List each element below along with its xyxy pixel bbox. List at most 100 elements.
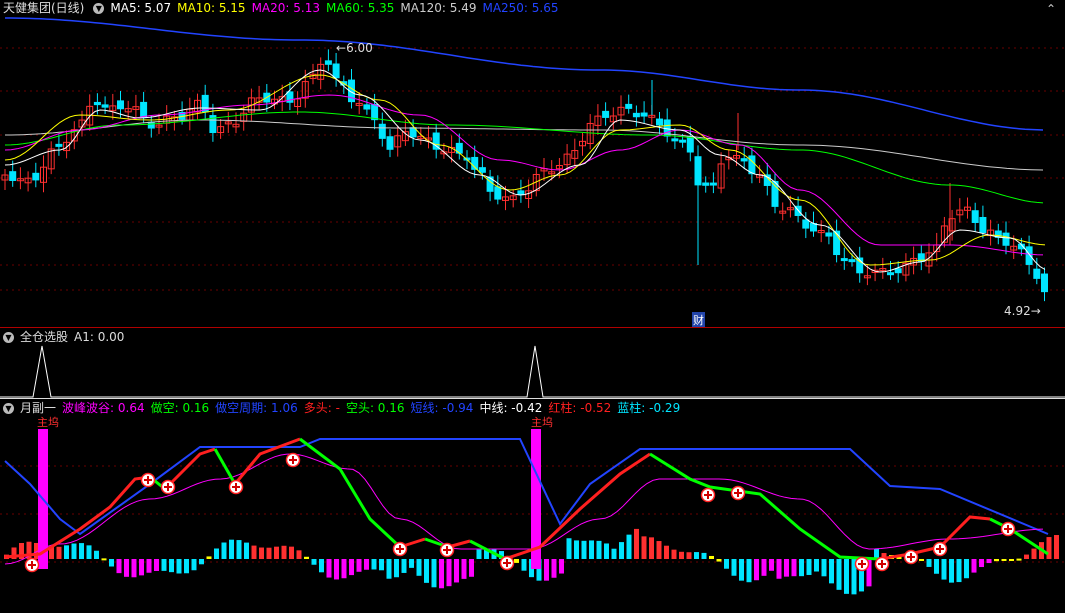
buy-signal-icon[interactable] (499, 555, 515, 571)
buy-signal-icon[interactable] (24, 557, 40, 573)
histogram-bar (101, 558, 107, 561)
histogram-bar (281, 545, 287, 559)
histogram-bar (206, 556, 212, 559)
candle-body (671, 138, 679, 142)
histogram-bar (844, 559, 849, 594)
ma-indicator-label: MA10: 5.15 (177, 1, 246, 15)
candle-body (324, 60, 332, 65)
histogram-bar (979, 559, 984, 568)
low-price-label: 4.92→ (1004, 304, 1041, 318)
candle-body (101, 104, 109, 108)
settings-toggle-icon[interactable]: ▼ (93, 3, 105, 14)
buy-signal-icon[interactable] (160, 479, 176, 495)
histogram-bar (199, 559, 204, 565)
histogram-bar (589, 540, 594, 559)
histogram-bar (296, 550, 302, 559)
histogram-bar (626, 534, 632, 559)
trend-line-segment (299, 437, 402, 549)
candle-body (825, 232, 833, 237)
histogram-bar (461, 559, 467, 579)
histogram-bar (941, 559, 947, 580)
histogram-bar (521, 559, 527, 571)
candlestick-chart[interactable] (0, 0, 1065, 327)
indicator-panel-2[interactable]: ▼ 月副一 波峰波谷: 0.64 做空: 0.16 做空周期: 1.06 多头: - 空头:… (0, 399, 1065, 613)
ma-indicator-label: MA250: 5.65 (482, 1, 559, 15)
indicator-panel-1[interactable]: ▼ 全仓选股 A1: 0.00 (0, 328, 1065, 398)
buy-signal-icon[interactable] (700, 487, 716, 503)
histogram-bar (971, 559, 977, 573)
candle-body (702, 182, 710, 186)
histogram-bar (806, 559, 812, 575)
histogram-bar (386, 559, 392, 579)
candle-body (363, 104, 371, 110)
indicator-1-toggle-icon[interactable]: ▼ (3, 332, 14, 343)
histogram-bar (581, 540, 587, 559)
indicator-1-title: 全仓选股 (20, 330, 69, 344)
histogram-bar (416, 559, 422, 576)
candle-body (709, 182, 717, 186)
histogram-bar (679, 551, 684, 559)
histogram-bar (251, 545, 257, 559)
price-panel[interactable]: 天健集团(日线) ▼ MA5: 5.07 MA10: 5.15 MA20: 5.13 MA… (0, 0, 1065, 328)
histogram-bar (1031, 548, 1037, 559)
candle-body (802, 219, 810, 229)
indicator-2-toggle-icon[interactable]: ▼ (3, 403, 14, 414)
buy-signal-icon[interactable] (730, 485, 746, 501)
candle-body (679, 139, 687, 143)
buy-signal-icon[interactable] (439, 542, 455, 558)
peak-trough-line (4, 453, 1044, 565)
buy-signal-icon[interactable] (285, 452, 301, 468)
candle-body (625, 103, 633, 109)
buy-signal-icon[interactable] (854, 556, 870, 572)
histogram-bar (94, 550, 99, 559)
histogram-bar (116, 559, 122, 574)
histogram-bar (596, 540, 602, 559)
finance-event-marker[interactable]: 财 (692, 312, 705, 328)
buy-signal-icon[interactable] (903, 549, 919, 565)
oscillator-indicator-label: 多头: - (303, 401, 340, 415)
candle-body (1033, 268, 1041, 279)
histogram-bar (1046, 537, 1052, 559)
buy-signal-icon[interactable] (140, 472, 156, 488)
candle-body (887, 272, 894, 276)
oscillator-indicator-label: 中线: -0.42 (479, 401, 543, 415)
buy-signal-icon[interactable] (932, 541, 948, 557)
candle-body (748, 155, 756, 175)
histogram-bar (731, 559, 737, 576)
histogram-bar (544, 559, 549, 581)
histogram-bar (244, 542, 249, 559)
candle-body (55, 143, 63, 147)
buy-signal-icon[interactable] (1000, 521, 1016, 537)
histogram-bar (1009, 559, 1014, 561)
trend-line-segment (649, 452, 881, 561)
trend-line-segment (989, 517, 1049, 556)
histogram-bar (476, 549, 482, 559)
histogram-bar (334, 559, 339, 580)
indicator-2-title: 月副一 (20, 401, 57, 415)
histogram-bar (559, 559, 564, 574)
histogram-bar (514, 559, 519, 563)
buy-signal-icon[interactable] (874, 556, 890, 572)
histogram-bar (184, 559, 189, 574)
ma-indicator-list: MA5: 5.07 MA10: 5.15 MA20: 5.13 MA60: 5.35 M… (110, 1, 564, 15)
histogram-bar (694, 552, 699, 559)
histogram-bar (304, 556, 309, 559)
histogram-bar (1001, 559, 1007, 561)
oscillator-indicator-label: 做空: 0.16 (150, 401, 210, 415)
histogram-bar (949, 559, 954, 583)
histogram-bar (934, 559, 939, 574)
signal-chart[interactable] (0, 328, 1065, 398)
maximize-icon[interactable]: ⌃ (1046, 2, 1056, 16)
oscillator-chart[interactable] (0, 399, 1065, 613)
histogram-bar (319, 559, 324, 573)
candle-body (632, 112, 640, 118)
histogram-bar (289, 546, 294, 559)
buy-signal-icon[interactable] (228, 479, 244, 495)
histogram-bar (791, 559, 797, 577)
buy-signal-icon[interactable] (392, 541, 408, 557)
histogram-bar (176, 559, 182, 574)
oscillator-indicator-label: 波峰波谷: 0.64 (62, 401, 145, 415)
histogram-bar (784, 559, 789, 577)
histogram-bar (604, 543, 609, 559)
histogram-bar (836, 559, 842, 590)
